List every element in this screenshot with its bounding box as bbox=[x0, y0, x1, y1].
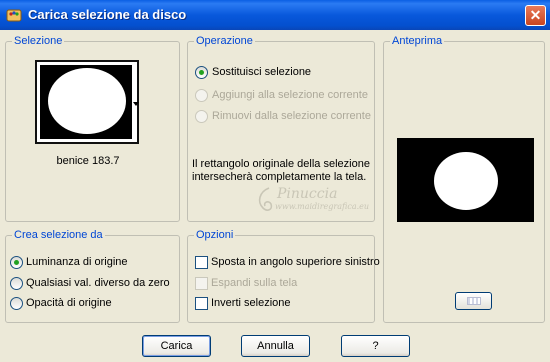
watermark-flourish-icon bbox=[258, 187, 273, 211]
label-qualsiasi: Qualsiasi val. diverso da zero bbox=[26, 277, 170, 289]
close-icon[interactable]: ✕ bbox=[525, 5, 546, 26]
checkbox-inverti[interactable] bbox=[195, 297, 208, 310]
label-inverti: Inverti selezione bbox=[211, 297, 291, 309]
radio-luminanza[interactable] bbox=[10, 256, 23, 269]
help-button[interactable]: ? bbox=[341, 335, 410, 357]
dropdown-arrow-icon[interactable] bbox=[133, 64, 139, 140]
radio-rimuovi[interactable] bbox=[195, 110, 208, 123]
anteprima-canvas bbox=[397, 138, 534, 222]
selection-thumbnail-picker[interactable] bbox=[35, 60, 139, 144]
crea-selezione-legend: Crea selezione da bbox=[12, 229, 105, 241]
radio-sostituisci[interactable] bbox=[195, 66, 208, 79]
label-luminanza: Luminanza di origine bbox=[26, 256, 128, 268]
annulla-button[interactable]: Annulla bbox=[241, 335, 310, 357]
preview-pattern-button[interactable] bbox=[455, 292, 492, 310]
radio-aggiungi[interactable] bbox=[195, 89, 208, 102]
anteprima-legend: Anteprima bbox=[390, 35, 445, 47]
selection-name: benice 183.7 bbox=[56, 155, 120, 167]
anteprima-ellipse bbox=[434, 152, 498, 210]
title-bar[interactable]: Carica selezione da disco ✕ bbox=[0, 0, 550, 30]
operazione-legend: Operazione bbox=[194, 35, 255, 47]
label-rimuovi: Rimuovi dalla selezione corrente bbox=[212, 110, 371, 122]
selection-thumbnail bbox=[40, 65, 132, 139]
carica-button[interactable]: Carica bbox=[142, 335, 211, 357]
label-opacita: Opacità di origine bbox=[26, 297, 112, 309]
label-espandi: Espandi sulla tela bbox=[211, 277, 298, 289]
operation-info-text: Il rettangolo originale della selezione … bbox=[192, 158, 370, 183]
radio-qualsiasi[interactable] bbox=[10, 277, 23, 290]
app-icon bbox=[6, 9, 22, 22]
checkbox-sposta[interactable] bbox=[195, 256, 208, 269]
label-sostituisci: Sostituisci selezione bbox=[212, 66, 312, 78]
watermark-site: www.maidiregrafica.eu bbox=[275, 202, 370, 211]
preview-pattern-icon bbox=[467, 297, 481, 305]
thumbnail-ellipse bbox=[48, 68, 126, 134]
label-sposta: Sposta in angolo superiore sinistro bbox=[211, 256, 380, 268]
selezione-legend: Selezione bbox=[12, 35, 65, 47]
opzioni-legend: Opzioni bbox=[194, 229, 236, 241]
watermark-name: Pinuccia bbox=[277, 186, 338, 202]
checkbox-espandi[interactable] bbox=[195, 277, 208, 290]
window-title: Carica selezione da disco bbox=[28, 7, 187, 22]
radio-opacita[interactable] bbox=[10, 297, 23, 310]
label-aggiungi: Aggiungi alla selezione corrente bbox=[212, 89, 368, 101]
